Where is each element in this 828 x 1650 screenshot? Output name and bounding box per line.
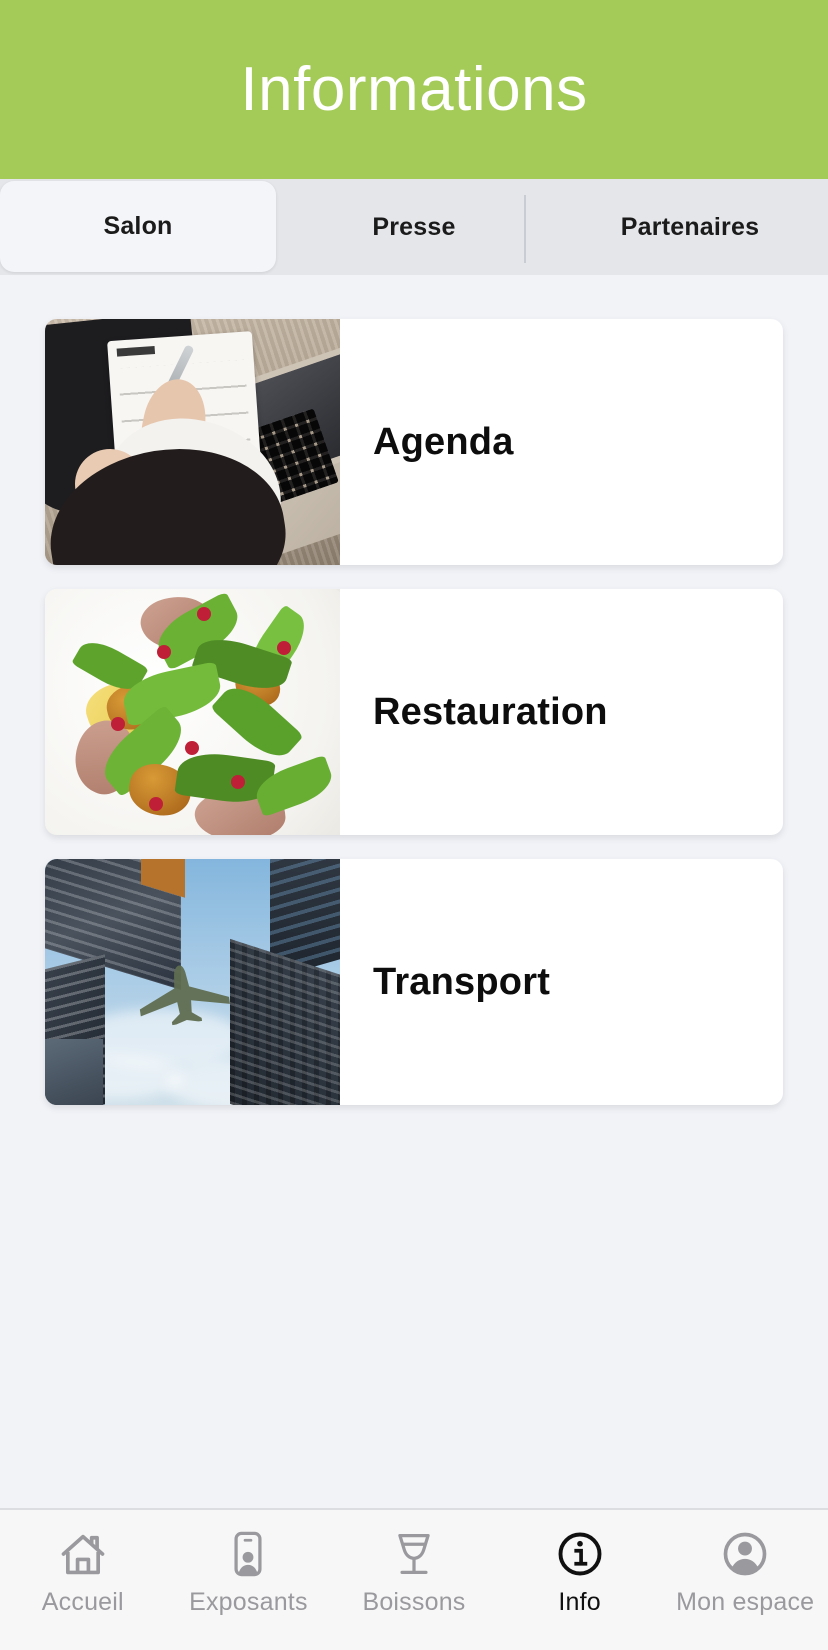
info-circle-icon <box>558 1532 602 1576</box>
card-transport-label: Transport <box>373 960 551 1003</box>
card-agenda[interactable]: Agenda <box>45 319 783 565</box>
card-list: Agenda Restauration Transport <box>0 275 828 1508</box>
nav-item-exposants-label: Exposants <box>189 1588 308 1616</box>
tab-salon-label: Salon <box>103 212 173 240</box>
nav-item-mon-espace-label: Mon espace <box>676 1588 815 1616</box>
tab-presse-label: Presse <box>372 212 456 241</box>
nav-item-accueil[interactable]: Accueil <box>0 1528 166 1615</box>
nav-item-info[interactable]: Info <box>497 1528 663 1615</box>
wine-glass-icon <box>398 1533 430 1575</box>
badge-person-icon <box>234 1531 262 1577</box>
transport-thumbnail-image <box>45 859 340 1105</box>
page-title: Informations <box>240 54 588 124</box>
tab-presse[interactable]: Presse <box>276 179 552 275</box>
card-agenda-label: Agenda <box>373 420 514 463</box>
app-header: Informations <box>0 0 828 179</box>
nav-item-info-label: Info <box>558 1588 601 1616</box>
tab-salon[interactable]: Salon <box>0 181 276 272</box>
tab-bar: Salon Presse Partenaires <box>0 179 828 275</box>
tab-partenaires[interactable]: Partenaires <box>552 179 828 275</box>
card-transport[interactable]: Transport <box>45 859 783 1105</box>
nav-item-mon-espace[interactable]: Mon espace <box>662 1528 828 1615</box>
nav-item-accueil-label: Accueil <box>41 1588 124 1616</box>
account-circle-icon <box>723 1532 767 1576</box>
home-icon <box>61 1534 105 1575</box>
card-restauration[interactable]: Restauration <box>45 589 783 835</box>
nav-item-boissons[interactable]: Boissons <box>331 1528 497 1615</box>
tab-partenaires-label: Partenaires <box>620 212 760 241</box>
card-restauration-label: Restauration <box>373 690 608 733</box>
nav-item-boissons-label: Boissons <box>362 1588 466 1616</box>
bottom-navigation-bar: Accueil Exposants Boissons Info Mon espa… <box>0 1508 828 1650</box>
app-screen: Informations Salon Presse Partenaires Ag… <box>0 0 828 1650</box>
restauration-thumbnail-image <box>45 589 340 835</box>
nav-item-exposants[interactable]: Exposants <box>166 1528 332 1615</box>
agenda-thumbnail-image <box>45 319 340 565</box>
